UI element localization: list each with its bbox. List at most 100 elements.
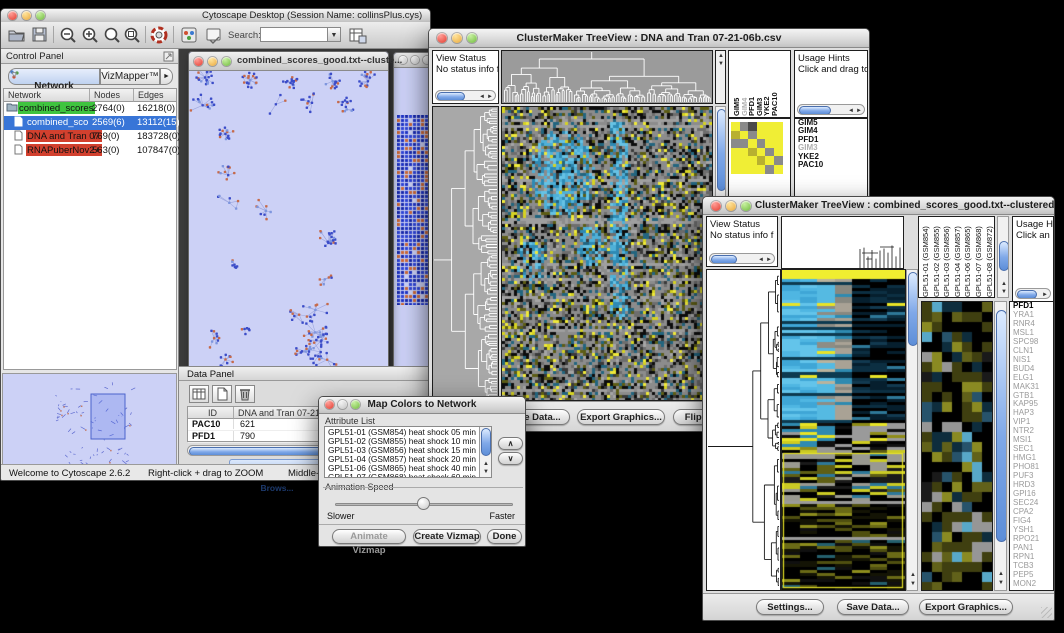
dense-network-grid[interactable] <box>397 115 431 305</box>
minimize-icon[interactable] <box>411 56 419 64</box>
matrix-cell[interactable] <box>731 131 740 140</box>
matrix-cell[interactable] <box>765 165 774 174</box>
matrix-cell[interactable] <box>757 131 766 140</box>
zoom-fit-icon[interactable] <box>103 26 122 44</box>
matrix-cell[interactable] <box>740 131 749 140</box>
tv1-mini-vscrollbar[interactable]: ▲ ▼ <box>715 50 726 104</box>
network-graph[interactable] <box>189 71 388 374</box>
matrix-cell[interactable] <box>731 139 740 148</box>
export-graphics-button[interactable]: Export Graphics... <box>919 599 1013 615</box>
annotation-icon[interactable] <box>205 26 223 44</box>
treeview-combined-titlebar[interactable]: ClusterMaker TreeView : combined_scores_… <box>703 197 1054 215</box>
matrix-cell[interactable] <box>740 156 749 165</box>
tab-vizmapper[interactable]: VizMapper™ <box>100 68 160 85</box>
matrix-cell[interactable] <box>765 139 774 148</box>
float-panel-icon[interactable] <box>163 51 174 62</box>
matrix-cell[interactable] <box>731 156 740 165</box>
matrix-cell[interactable] <box>731 165 740 174</box>
scroll-right-icon[interactable]: ► <box>856 108 862 114</box>
close-icon[interactable] <box>8 11 17 20</box>
search-dropdown-button[interactable]: ▼ <box>328 27 341 42</box>
tv2-column-dendrogram[interactable] <box>781 216 904 269</box>
matrix-cell[interactable] <box>765 148 774 157</box>
matrix-cell[interactable] <box>757 139 766 148</box>
close-icon[interactable] <box>194 57 203 66</box>
tab-network[interactable]: Network <box>8 68 100 85</box>
attribute-listbox[interactable]: GPL51-01 (GSM854) heat shock 05 minGPL51… <box>324 426 492 478</box>
matrix-cell[interactable] <box>731 148 740 157</box>
tv2-vscrollbar[interactable]: ▲ ▼ <box>906 269 918 591</box>
scroll-up-icon[interactable]: ▲ <box>910 572 916 578</box>
minimize-icon[interactable] <box>22 11 31 20</box>
matrix-cell[interactable] <box>774 165 783 174</box>
matrix-cell[interactable] <box>774 148 783 157</box>
tv2-zoom-heatmap[interactable] <box>921 301 993 591</box>
vizmap-shortcut-icon[interactable] <box>180 26 198 44</box>
matrix-cell[interactable] <box>774 131 783 140</box>
open-folder-icon[interactable] <box>7 26 26 43</box>
tv1-gene-dendrogram[interactable] <box>432 106 499 401</box>
attribute-list-vscrollbar[interactable]: ▲ ▼ <box>479 427 491 477</box>
matrix-cell[interactable] <box>748 165 757 174</box>
table-import-icon[interactable] <box>348 26 367 44</box>
save-icon[interactable] <box>31 26 48 43</box>
tv2-gene-dendrogram[interactable] <box>706 269 781 591</box>
network-view-window-behind[interactable] <box>393 52 431 371</box>
move-up-button[interactable]: ∧ <box>498 437 523 450</box>
scroll-down-icon[interactable]: ▼ <box>1001 289 1007 295</box>
scroll-left-icon[interactable]: ◄ <box>479 94 485 100</box>
scroll-up-icon[interactable]: ▲ <box>718 53 724 59</box>
network-view-window[interactable]: combined_scores_good.txt--cluste... <box>188 51 389 374</box>
matrix-cell[interactable] <box>774 122 783 131</box>
network-tree-row[interactable]: combined_sco2569(6)13112(15) <box>4 116 176 130</box>
zoom-out-icon[interactable] <box>59 26 78 44</box>
column-label[interactable]: GPL51-07 (GSM868) <box>974 219 983 297</box>
zoom-icon[interactable] <box>36 11 45 20</box>
matrix-cell[interactable] <box>740 148 749 157</box>
scroll-right-icon[interactable]: ► <box>1042 292 1048 298</box>
col-header-network[interactable]: Network <box>4 89 90 102</box>
matrix-cell[interactable] <box>748 131 757 140</box>
tab-overflow-button[interactable]: ► <box>160 68 173 85</box>
birdseye-network-thumbnail[interactable] <box>3 374 176 470</box>
tv1-column-dendrogram[interactable] <box>501 50 713 104</box>
matrix-cell[interactable] <box>748 122 757 131</box>
scroll-up-icon[interactable]: ▲ <box>998 571 1004 577</box>
speed-slider-thumb[interactable] <box>417 497 430 510</box>
tv1-column-labels[interactable]: GIM5GIM4PFD1GIM3YKE2PAC10 <box>728 50 791 118</box>
matrix-cell[interactable] <box>740 165 749 174</box>
tv1-hints-hscrollbar[interactable]: ◄ ► <box>797 104 865 115</box>
birdseye-view[interactable] <box>2 373 177 471</box>
col-header-nodes[interactable]: Nodes <box>90 89 134 102</box>
resize-grip[interactable] <box>1041 607 1052 618</box>
tv2-labels-vscrollbar[interactable]: ▲ ▼ <box>997 216 1009 298</box>
col-header-edges[interactable]: Edges <box>134 89 176 102</box>
network-view-titlebar[interactable]: combined_scores_good.txt--cluste... <box>189 52 388 71</box>
matrix-cell[interactable] <box>740 122 749 131</box>
tv1-status-hscrollbar[interactable]: ◄ ► <box>435 90 496 101</box>
new-attribute-icon[interactable] <box>212 385 232 403</box>
matrix-cell[interactable] <box>748 156 757 165</box>
tv2-heatmap[interactable] <box>781 269 906 591</box>
dialog-titlebar[interactable]: Map Colors to Network <box>319 397 525 414</box>
matrix-cell[interactable] <box>757 122 766 131</box>
tv2-gene-list[interactable]: PFD1YRA1RNR4MSL1SPC98CLN1NIS1BUD4ELG1MAK… <box>1009 301 1054 591</box>
treeview-dna-titlebar[interactable]: ClusterMaker TreeView : DNA and Tran 07-… <box>429 29 869 48</box>
select-attributes-icon[interactable] <box>189 385 209 403</box>
scroll-right-icon[interactable]: ► <box>487 94 493 100</box>
scroll-down-icon[interactable]: ▼ <box>483 469 489 475</box>
scroll-left-icon[interactable]: ◄ <box>758 257 764 263</box>
move-down-button[interactable]: ∨ <box>498 452 523 465</box>
scroll-down-icon[interactable]: ▼ <box>718 61 724 67</box>
help-lifebuoy-icon[interactable] <box>150 26 168 44</box>
tv1-heatmap[interactable] <box>501 106 713 401</box>
minimize-icon[interactable] <box>208 57 217 66</box>
matrix-cell[interactable] <box>731 122 740 131</box>
scroll-left-icon[interactable]: ◄ <box>848 108 854 114</box>
delete-attribute-trash-icon[interactable] <box>235 385 255 403</box>
main-titlebar[interactable]: Cytoscape Desktop (Session Name: collins… <box>1 9 430 23</box>
zoom-in-icon[interactable] <box>81 26 100 44</box>
search-input[interactable] <box>260 27 328 42</box>
matrix-cell[interactable] <box>765 122 774 131</box>
tv2-status-hscrollbar[interactable]: ◄ ► <box>709 253 775 264</box>
